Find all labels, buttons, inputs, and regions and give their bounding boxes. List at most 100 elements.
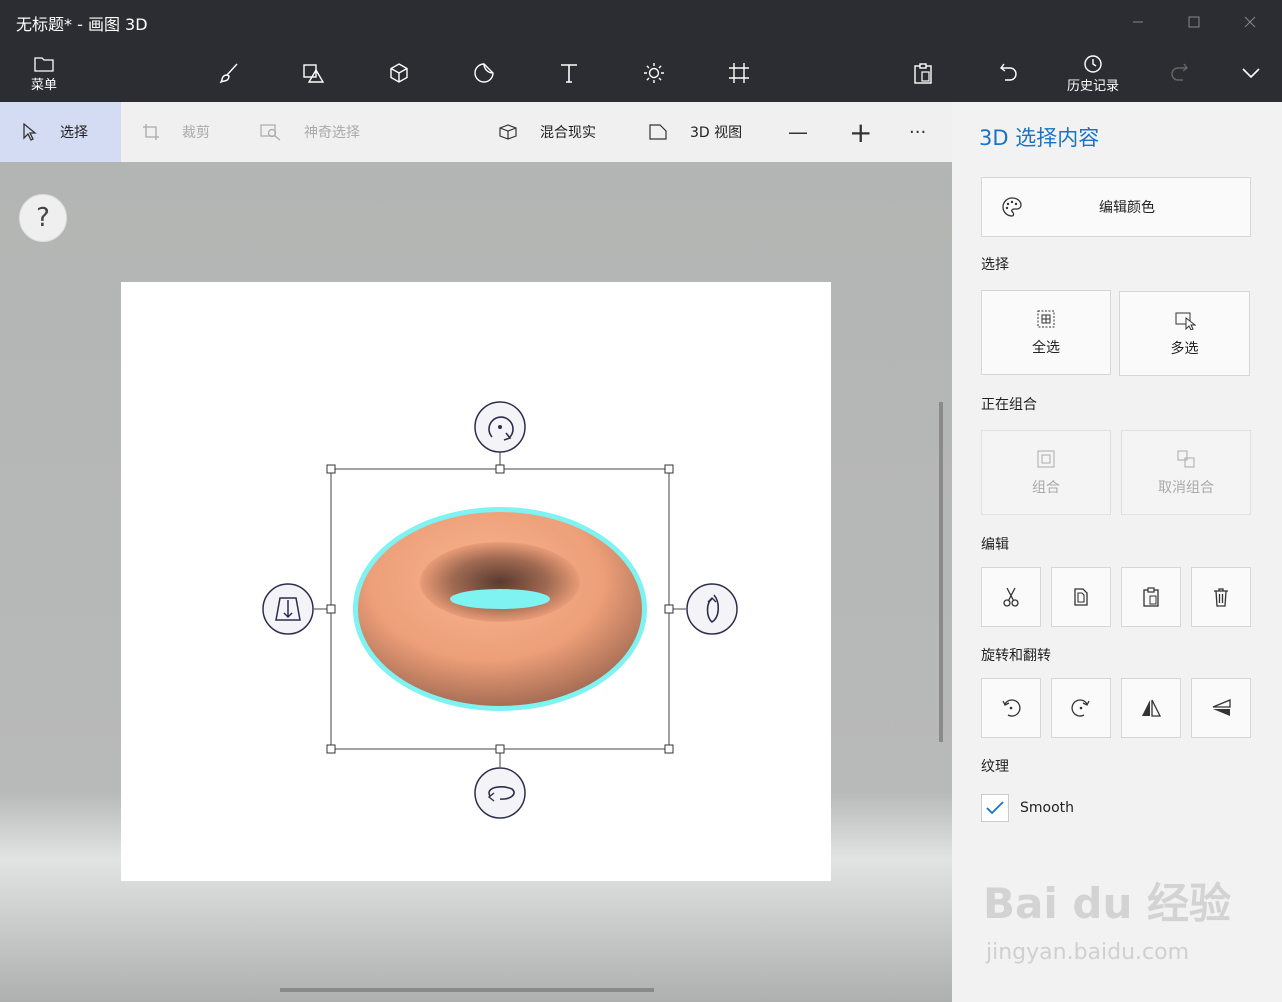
undo-icon <box>1000 63 1017 81</box>
title-bar: 无标题* - 画图 3D <box>0 0 1282 44</box>
crop-icon <box>143 124 159 140</box>
cut-button[interactable] <box>981 567 1041 627</box>
edit-color-label: 编辑颜色 <box>1099 200 1155 216</box>
menu-button[interactable]: 菜单 <box>18 48 70 98</box>
multi-select-label: 多选 <box>1170 340 1199 357</box>
rotate-y-handle[interactable] <box>686 583 738 635</box>
texture-section-heading: 纹理 <box>981 759 1009 775</box>
canvas-workspace[interactable]: ? <box>0 162 952 1002</box>
rotate-section-heading: 旋转和翻转 <box>981 648 1051 664</box>
group-label: 组合 <box>1032 479 1060 496</box>
paste-button[interactable] <box>900 50 946 96</box>
rotate-left-button[interactable] <box>981 678 1041 738</box>
effects-icon <box>644 63 664 83</box>
rotate-left-icon <box>1002 699 1021 717</box>
close-icon <box>1244 16 1256 28</box>
flip-horizontal-icon <box>1142 699 1162 717</box>
mixed-reality-button[interactable]: 混合现实 <box>498 102 596 162</box>
3d-view-icon <box>649 124 667 140</box>
copy-button[interactable] <box>1051 567 1111 627</box>
brushes-tool-button[interactable] <box>206 50 252 96</box>
watermark-logo: Bai du 经验 <box>983 879 1231 928</box>
rotate-x-handle[interactable] <box>474 767 526 819</box>
crop-label: 裁剪 <box>182 125 210 141</box>
selection-toolbar: 选择 裁剪 神奇选择 混合现实 3D 视图 — + ··· <box>0 102 952 162</box>
text-tool-button[interactable] <box>546 50 592 96</box>
mixed-reality-label: 混合现实 <box>540 125 596 141</box>
push-depth-handle[interactable] <box>262 583 314 635</box>
resize-handle[interactable] <box>495 464 505 474</box>
resize-handle[interactable] <box>495 744 505 754</box>
vertical-scrollbar[interactable] <box>939 402 943 742</box>
zoom-out-button[interactable]: — <box>788 102 808 162</box>
panel-title: 3D 选择内容 <box>979 126 1100 150</box>
window-title: 无标题* - 画图 3D <box>16 15 148 34</box>
flip-horizontal-button[interactable] <box>1121 678 1181 738</box>
paste-icon <box>1143 587 1159 607</box>
resize-handle[interactable] <box>664 604 674 614</box>
undo-button[interactable] <box>986 50 1032 96</box>
flip-vertical-button[interactable] <box>1191 678 1251 738</box>
select-label: 选择 <box>60 125 88 141</box>
select-tool-button[interactable]: 选择 <box>0 102 121 162</box>
resize-handle[interactable] <box>326 604 336 614</box>
selection-overlay <box>262 401 738 819</box>
maximize-button[interactable] <box>1174 8 1214 36</box>
smooth-checkbox[interactable] <box>981 794 1009 822</box>
horizontal-scrollbar[interactable] <box>280 988 654 992</box>
select-all-button[interactable]: 全选 <box>981 290 1111 375</box>
3d-view-label: 3D 视图 <box>690 125 743 141</box>
minimize-icon <box>1133 21 1143 23</box>
delete-button[interactable] <box>1191 567 1251 627</box>
redo-button[interactable] <box>1156 50 1202 96</box>
rotate-z-handle[interactable] <box>474 401 526 453</box>
stickers-tool-button[interactable] <box>461 50 507 96</box>
more-options-button[interactable]: ··· <box>909 102 926 162</box>
select-section-heading: 选择 <box>981 257 1009 273</box>
redo-icon <box>1171 63 1188 81</box>
crop-button[interactable]: 裁剪 <box>142 102 210 162</box>
ungroup-button[interactable]: 取消组合 <box>1121 430 1251 515</box>
3d-shapes-tool-button[interactable] <box>376 50 422 96</box>
paste-panel-button[interactable] <box>1121 567 1181 627</box>
maximize-icon <box>1188 16 1200 28</box>
3d-shapes-icon <box>390 63 408 83</box>
effects-tool-button[interactable] <box>631 50 677 96</box>
scissors-icon <box>1003 587 1019 607</box>
palette-icon <box>1002 197 1022 217</box>
resize-handle[interactable] <box>664 464 674 474</box>
folder-icon <box>34 56 54 72</box>
group-section-heading: 正在组合 <box>981 397 1037 413</box>
resize-handle[interactable] <box>326 464 336 474</box>
minimize-button[interactable] <box>1118 8 1158 36</box>
3d-view-button[interactable]: 3D 视图 <box>648 102 742 162</box>
multi-select-button[interactable]: 多选 <box>1119 291 1250 376</box>
edit-color-button[interactable]: 编辑颜色 <box>981 177 1251 237</box>
flip-vertical-icon <box>1212 699 1231 716</box>
magic-select-icon <box>260 124 281 141</box>
zoom-in-button[interactable]: + <box>849 102 872 162</box>
mixed-reality-icon <box>499 124 517 140</box>
resize-handle[interactable] <box>326 744 336 754</box>
history-label: 历史记录 <box>1066 78 1119 94</box>
cursor-icon <box>23 123 37 141</box>
properties-panel: 3D 选择内容 编辑颜色 选择 全选 多选 正在组合 组合 取消组合 编辑 旋转… <box>952 102 1282 1002</box>
magic-select-button[interactable]: 神奇选择 <box>260 102 360 162</box>
select-all-icon <box>1037 310 1055 327</box>
resize-handle[interactable] <box>664 744 674 754</box>
smooth-label: Smooth <box>1020 800 1075 816</box>
multi-select-icon <box>1175 312 1196 330</box>
rotate-right-button[interactable] <box>1051 678 1111 738</box>
watermark-url: jingyan.baidu.com <box>986 940 1190 965</box>
group-icon <box>1037 450 1055 467</box>
canvas-icon <box>729 63 749 83</box>
canvas-tool-button[interactable] <box>716 50 762 96</box>
history-button[interactable]: 历史记录 <box>1055 48 1131 98</box>
2d-shapes-tool-button[interactable] <box>291 50 337 96</box>
2d-shapes-icon <box>303 64 325 83</box>
close-button[interactable] <box>1230 8 1270 36</box>
copy-icon <box>1074 588 1088 606</box>
edit-section-heading: 编辑 <box>981 537 1009 553</box>
expand-toolbar-button[interactable] <box>1228 50 1274 96</box>
group-button[interactable]: 组合 <box>981 430 1111 515</box>
